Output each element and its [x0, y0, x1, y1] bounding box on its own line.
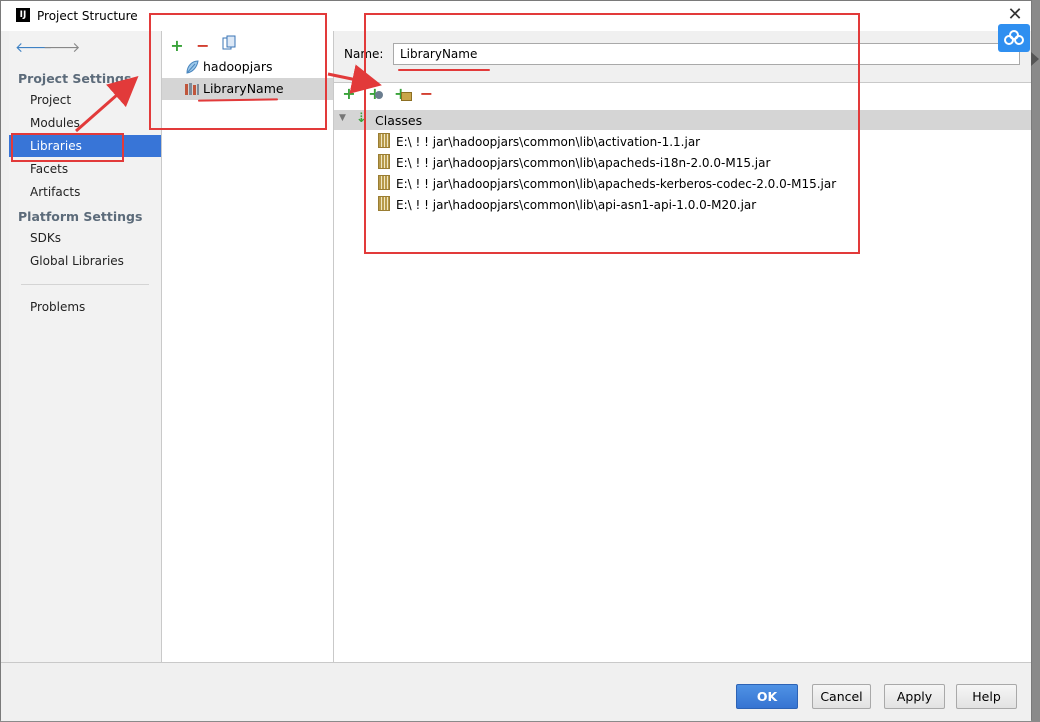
- section-platform-settings: Platform Settings: [18, 209, 143, 224]
- add-icon[interactable]: +: [340, 85, 358, 103]
- intellij-icon: IJ: [16, 8, 30, 22]
- expand-arrow-icon[interactable]: [1031, 52, 1039, 66]
- expand-toggle-icon[interactable]: ▼: [339, 113, 346, 123]
- help-button[interactable]: Help: [956, 684, 1017, 709]
- annotation-box-library-detail: [364, 13, 860, 254]
- nav-divider: [21, 284, 149, 285]
- ok-button[interactable]: OK: [736, 684, 798, 709]
- nav-item-problems[interactable]: Problems: [9, 296, 161, 318]
- cancel-button[interactable]: Cancel: [812, 684, 871, 709]
- nav-item-modules[interactable]: Modules: [9, 112, 161, 134]
- nav-item-global-libraries[interactable]: Global Libraries: [9, 250, 161, 272]
- settings-nav: 🡐 🡒 Project Settings Project Modules Lib…: [9, 31, 162, 662]
- nav-item-project[interactable]: Project: [9, 89, 161, 111]
- forward-arrow-icon[interactable]: 🡒: [43, 39, 81, 56]
- close-icon[interactable]: ✕: [1005, 6, 1025, 26]
- annotation-box-libraries-nav: [11, 133, 124, 162]
- history-arrows: 🡐 🡒: [15, 39, 81, 56]
- nav-item-sdks[interactable]: SDKs: [9, 227, 161, 249]
- annotation-underline-name-field: [398, 69, 490, 71]
- back-arrow-icon[interactable]: 🡐: [15, 39, 53, 56]
- cloud-sync-icon[interactable]: [998, 24, 1030, 52]
- annotation-box-library-list: [149, 13, 327, 130]
- dialog-footer: OK Cancel Apply Help: [1, 662, 1031, 721]
- apply-button[interactable]: Apply: [884, 684, 945, 709]
- window-title: Project Structure: [37, 9, 138, 23]
- nav-item-artifacts[interactable]: Artifacts: [9, 181, 161, 203]
- section-project-settings: Project Settings: [18, 71, 132, 86]
